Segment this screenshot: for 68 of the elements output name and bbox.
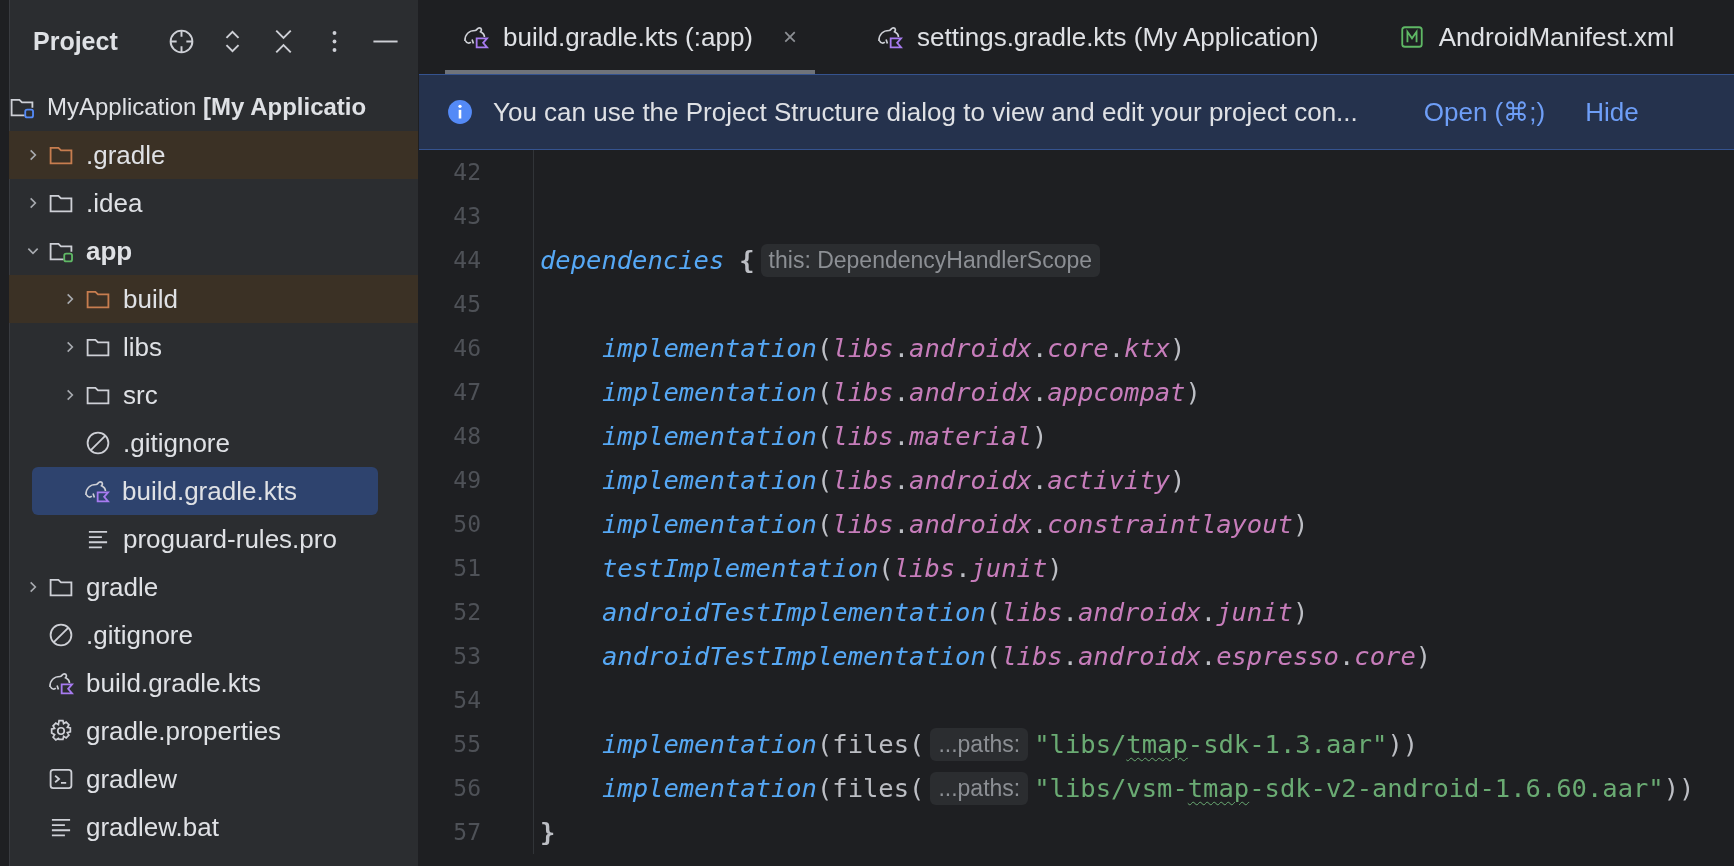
item-label: proguard-rules.pro	[123, 523, 337, 555]
item-label: build.gradle.kts	[86, 667, 261, 699]
item-label: .gradle	[86, 139, 166, 171]
item-label: gradlew.bat	[86, 811, 219, 843]
inlay-hint: ...paths:	[930, 727, 1029, 761]
code-text: implementation(libs.androidx.constraintlayout)	[602, 509, 1309, 539]
elephant-icon	[48, 670, 74, 696]
tree-item[interactable]: .gitignore	[9, 419, 418, 467]
tree-item[interactable]: .idea	[9, 179, 418, 227]
item-label: app	[86, 235, 133, 267]
editor-tab[interactable]: AndroidManifest.xml	[1380, 0, 1693, 74]
banner-link[interactable]: Hide	[1585, 96, 1639, 128]
inlay-hint: this: DependencyHandlerScope	[760, 243, 1101, 277]
tree-item[interactable]: src	[9, 371, 418, 419]
tree-item[interactable]: gradle.properties	[9, 707, 418, 755]
panel-title: Project	[32, 27, 119, 56]
close-icon[interactable]: ×	[783, 23, 798, 51]
inlay-hint: ...paths:	[930, 771, 1029, 805]
item-label: MyApplication [My Applicatio	[47, 93, 367, 121]
tree-item[interactable]: build.gradle.kts	[9, 659, 418, 707]
tree-item[interactable]: build.gradle.kts	[32, 467, 378, 515]
item-label: .gitignore	[86, 619, 193, 651]
tree-item[interactable]: proguard-rules.pro	[9, 515, 418, 563]
code-text: implementation(libs.androidx.appcompat)	[602, 377, 1201, 407]
code-text: }	[540, 817, 556, 847]
m-file-icon	[1398, 24, 1425, 50]
prohibited-icon	[48, 622, 74, 648]
code-text: implementation(files(	[602, 773, 925, 803]
code-text: androidTestImplementation(libs.androidx.espresso.core)	[602, 641, 1432, 671]
tree-item[interactable]: .gitignore	[9, 611, 418, 659]
info-icon	[447, 99, 473, 125]
banner-message: You can use the Project Structure dialog to view and edit your project con...	[493, 96, 1358, 128]
tree-item[interactable]: gradle	[9, 563, 418, 611]
item-label: gradle	[86, 571, 159, 603]
code-text: implementation(libs.androidx.activity)	[602, 465, 1186, 495]
code-text: androidTestImplementation(libs.androidx.junit)	[602, 597, 1309, 627]
item-label: gradle.properties	[86, 715, 282, 747]
code-text: "libs/vsm-tmap-sdk-v2-android-1.6.60.aar"))	[1034, 773, 1695, 803]
banner-link[interactable]: Open (⌘;)	[1423, 96, 1546, 128]
tree-item[interactable]: gradlew.bat	[9, 803, 418, 851]
item-label: libs	[123, 331, 162, 363]
item-label: .gitignore	[123, 427, 230, 459]
editor-tab[interactable]: settings.gradle.kts (My Application)	[859, 0, 1337, 74]
terminal-icon	[48, 766, 74, 792]
tree-item[interactable]: app	[9, 227, 418, 275]
elephant-icon	[877, 24, 904, 50]
tree-item[interactable]: .gradle	[9, 131, 418, 179]
item-label: build	[123, 283, 178, 315]
code-text: implementation(libs.material)	[602, 421, 1048, 451]
tree-item[interactable]: gradlew	[9, 755, 418, 803]
crosshair-icon[interactable]	[167, 27, 196, 56]
code-text: dependencies {	[540, 245, 755, 275]
tree-item[interactable]: build	[9, 275, 418, 323]
elephant-icon	[84, 478, 110, 504]
code-text: testImplementation(libs.junit)	[602, 553, 1063, 583]
elephant-icon	[463, 24, 489, 50]
code-text: "libs/tmap-sdk-1.3.aar"))	[1034, 729, 1419, 759]
item-label: src	[123, 379, 158, 411]
item-label: gradlew	[86, 763, 178, 795]
tree-item[interactable]: libs	[9, 323, 418, 371]
code-text: implementation(files(	[602, 729, 925, 759]
prohibited-icon	[85, 430, 111, 456]
item-label: build.gradle.kts	[122, 475, 297, 507]
item-label: .idea	[86, 187, 143, 219]
editor-tab[interactable]: build.gradle.kts (:app) ×	[445, 0, 816, 74]
gear-icon	[48, 718, 74, 744]
tree-item[interactable]: MyApplication [My Applicatio	[9, 83, 418, 131]
code-text: implementation(libs.androidx.core.ktx)	[602, 333, 1186, 363]
